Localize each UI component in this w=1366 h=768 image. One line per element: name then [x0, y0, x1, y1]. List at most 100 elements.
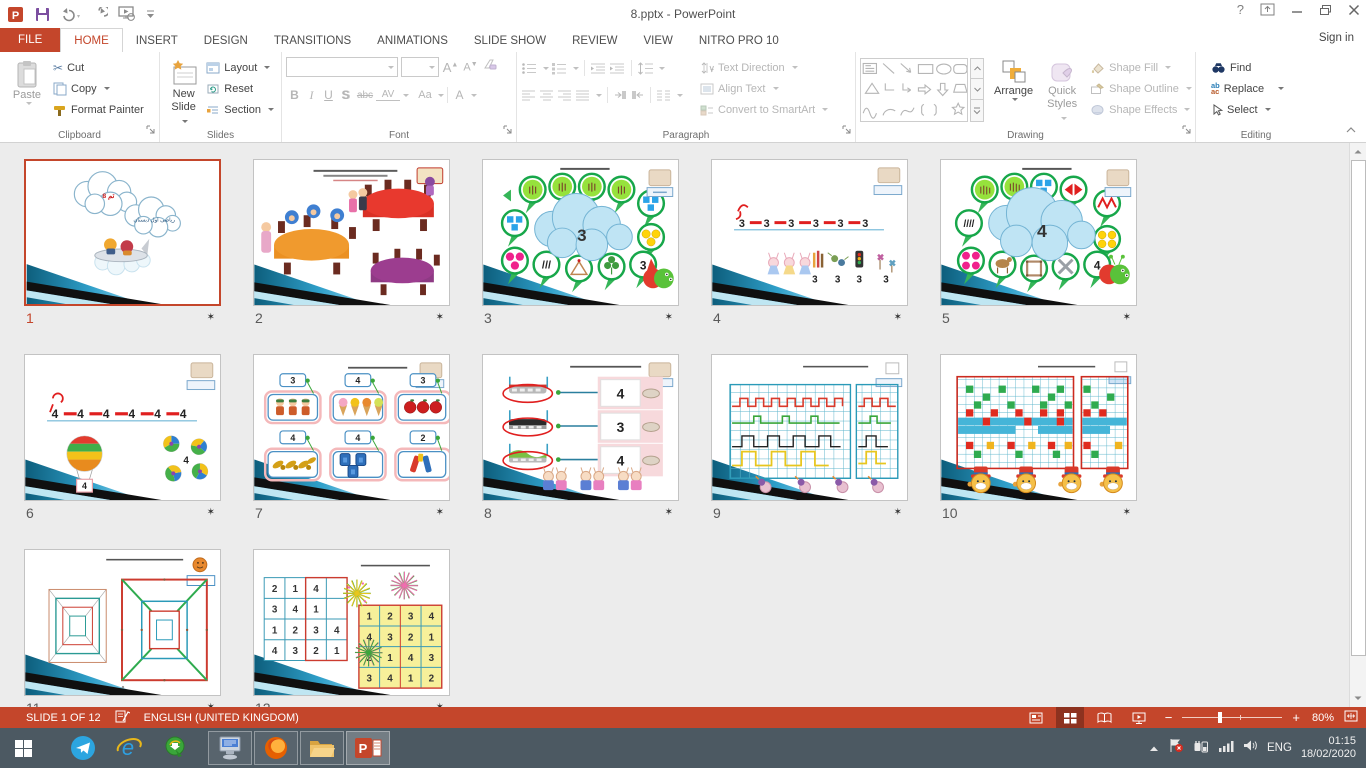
justify-icon[interactable] — [575, 89, 591, 102]
reset-button[interactable]: Reset — [203, 78, 277, 99]
firefox-icon[interactable] — [254, 731, 298, 765]
restore-icon[interactable] — [1319, 4, 1332, 16]
align-center-icon[interactable] — [539, 89, 555, 102]
section-button[interactable]: Section — [203, 99, 277, 120]
character-spacing-button[interactable]: AV — [376, 89, 400, 101]
arrange-button[interactable]: Arrange — [990, 55, 1037, 127]
slide-thumbnail-2[interactable] — [253, 159, 450, 306]
font-size-combo[interactable] — [401, 57, 439, 77]
tray-expand-icon[interactable] — [1149, 739, 1159, 757]
shape-fill-button[interactable]: Shape Fill — [1087, 57, 1195, 78]
scroll-up-icon[interactable] — [1350, 143, 1366, 160]
tab-insert[interactable]: INSERT — [123, 28, 191, 52]
new-slide-button[interactable]: New Slide — [164, 55, 203, 127]
tray-language[interactable]: ENG — [1267, 742, 1292, 754]
onscreen-keyboard-icon[interactable] — [208, 731, 252, 765]
shrink-font-button[interactable]: A▼ — [462, 61, 479, 74]
layout-button[interactable]: Layout — [203, 57, 277, 78]
slideshow-view-icon[interactable] — [1125, 707, 1153, 728]
scrollbar-thumb[interactable] — [1351, 160, 1366, 656]
ltr-direction-icon[interactable] — [613, 89, 628, 101]
spellcheck-icon[interactable] — [115, 709, 130, 726]
convert-smartart-button[interactable]: Convert to SmartArt — [697, 99, 831, 120]
line-spacing-icon[interactable] — [637, 62, 654, 75]
clear-formatting-button[interactable] — [482, 58, 498, 77]
shapes-gallery[interactable] — [860, 58, 968, 122]
scroll-down-icon[interactable] — [1350, 690, 1366, 707]
italic-button[interactable]: I — [303, 88, 320, 103]
internet-explorer-icon[interactable]: e — [106, 728, 152, 768]
shapes-gallery-scrollbar[interactable] — [970, 58, 984, 122]
tab-slideshow[interactable]: SLIDE SHOW — [461, 28, 559, 52]
file-explorer-icon[interactable] — [300, 731, 344, 765]
ribbon-display-options-icon[interactable] — [1260, 3, 1275, 16]
numbering-icon[interactable] — [551, 62, 568, 75]
find-button[interactable]: Find — [1208, 57, 1312, 78]
close-icon[interactable] — [1348, 4, 1360, 16]
underline-button[interactable]: U — [320, 88, 337, 102]
slide-thumbnail-7[interactable]: 3 4 3 4 4 2 — [253, 354, 450, 501]
fit-slide-icon[interactable] — [1344, 710, 1358, 725]
zoom-out-icon[interactable]: − — [1165, 710, 1173, 725]
sign-in-link[interactable]: Sign in — [1319, 32, 1354, 44]
strikethrough-button[interactable]: abc — [354, 90, 376, 101]
network-signal-icon[interactable] — [1218, 739, 1234, 757]
tab-animations[interactable]: ANIMATIONS — [364, 28, 461, 52]
tab-design[interactable]: DESIGN — [191, 28, 261, 52]
columns-icon[interactable] — [656, 89, 672, 102]
vertical-scrollbar[interactable] — [1349, 143, 1366, 707]
telegram-icon[interactable] — [60, 728, 106, 768]
font-name-combo[interactable] — [286, 57, 398, 77]
increase-indent-icon[interactable] — [609, 62, 626, 75]
rtl-direction-icon[interactable] — [630, 89, 645, 101]
minimize-icon[interactable] — [1291, 4, 1303, 16]
powerpoint-taskbar-icon[interactable]: P — [346, 731, 390, 765]
slide-thumbnail-11[interactable] — [24, 549, 221, 696]
align-left-icon[interactable] — [521, 89, 537, 102]
gallery-down-icon[interactable] — [970, 79, 984, 100]
slide-thumbnail-6[interactable]: 444444 4 — [24, 354, 221, 501]
action-center-flag-icon[interactable] — [1168, 738, 1184, 758]
idm-icon[interactable] — [152, 728, 198, 768]
tab-view[interactable]: VIEW — [630, 28, 685, 52]
start-button[interactable] — [0, 728, 46, 768]
slide-thumbnail-4[interactable]: 333333 3333 — [711, 159, 908, 306]
paste-button[interactable]: Paste — [4, 55, 50, 127]
reading-view-icon[interactable] — [1090, 707, 1119, 728]
paragraph-dialog-launcher-icon[interactable] — [842, 121, 851, 139]
tab-file[interactable]: FILE — [0, 28, 60, 52]
tab-nitro[interactable]: NITRO PRO 10 — [686, 28, 792, 52]
shape-effects-button[interactable]: Shape Effects — [1087, 99, 1195, 120]
slide-thumbnail-12[interactable]: 214 341 1234 4321 1234 4321 2143 — [253, 549, 450, 696]
slide-thumbnail-10[interactable] — [940, 354, 1137, 501]
text-direction-button[interactable]: Text Direction — [697, 57, 831, 78]
bold-button[interactable]: B — [286, 88, 303, 102]
text-shadow-button[interactable]: S — [337, 88, 354, 102]
help-icon[interactable]: ? — [1237, 2, 1244, 17]
grow-font-button[interactable]: A▲ — [442, 60, 459, 75]
power-battery-icon[interactable] — [1193, 739, 1209, 758]
drawing-dialog-launcher-icon[interactable] — [1182, 121, 1191, 139]
slide-thumbnail-5[interactable]: //// 4 4 — [940, 159, 1137, 306]
format-painter-button[interactable]: Format Painter — [50, 99, 147, 120]
align-right-icon[interactable] — [557, 89, 573, 102]
collapse-ribbon-icon[interactable] — [1346, 120, 1356, 138]
cut-button[interactable]: ✂ Cut — [50, 57, 147, 78]
font-dialog-launcher-icon[interactable] — [503, 121, 512, 139]
copy-button[interactable]: Copy — [50, 78, 147, 99]
slide-sorter-view-icon[interactable] — [1056, 707, 1084, 728]
font-color-button[interactable]: A — [451, 88, 468, 102]
zoom-level[interactable]: 80% — [1312, 712, 1334, 724]
zoom-in-icon[interactable]: + — [1292, 710, 1300, 725]
quick-styles-button[interactable]: Quick Styles — [1043, 55, 1081, 127]
replace-button[interactable]: abac Replace — [1208, 78, 1312, 99]
gallery-more-icon[interactable] — [970, 100, 984, 122]
slide-thumbnail-9[interactable] — [711, 354, 908, 501]
zoom-slider[interactable] — [1182, 717, 1282, 718]
tab-review[interactable]: REVIEW — [559, 28, 630, 52]
shape-outline-button[interactable]: Shape Outline — [1087, 78, 1195, 99]
align-text-button[interactable]: Align Text — [697, 78, 831, 99]
tray-clock[interactable]: 01:1518/02/2020 — [1301, 735, 1356, 761]
slide-thumbnail-8[interactable]: 4 3 — [482, 354, 679, 501]
language-indicator[interactable]: ENGLISH (UNITED KINGDOM) — [144, 712, 299, 724]
